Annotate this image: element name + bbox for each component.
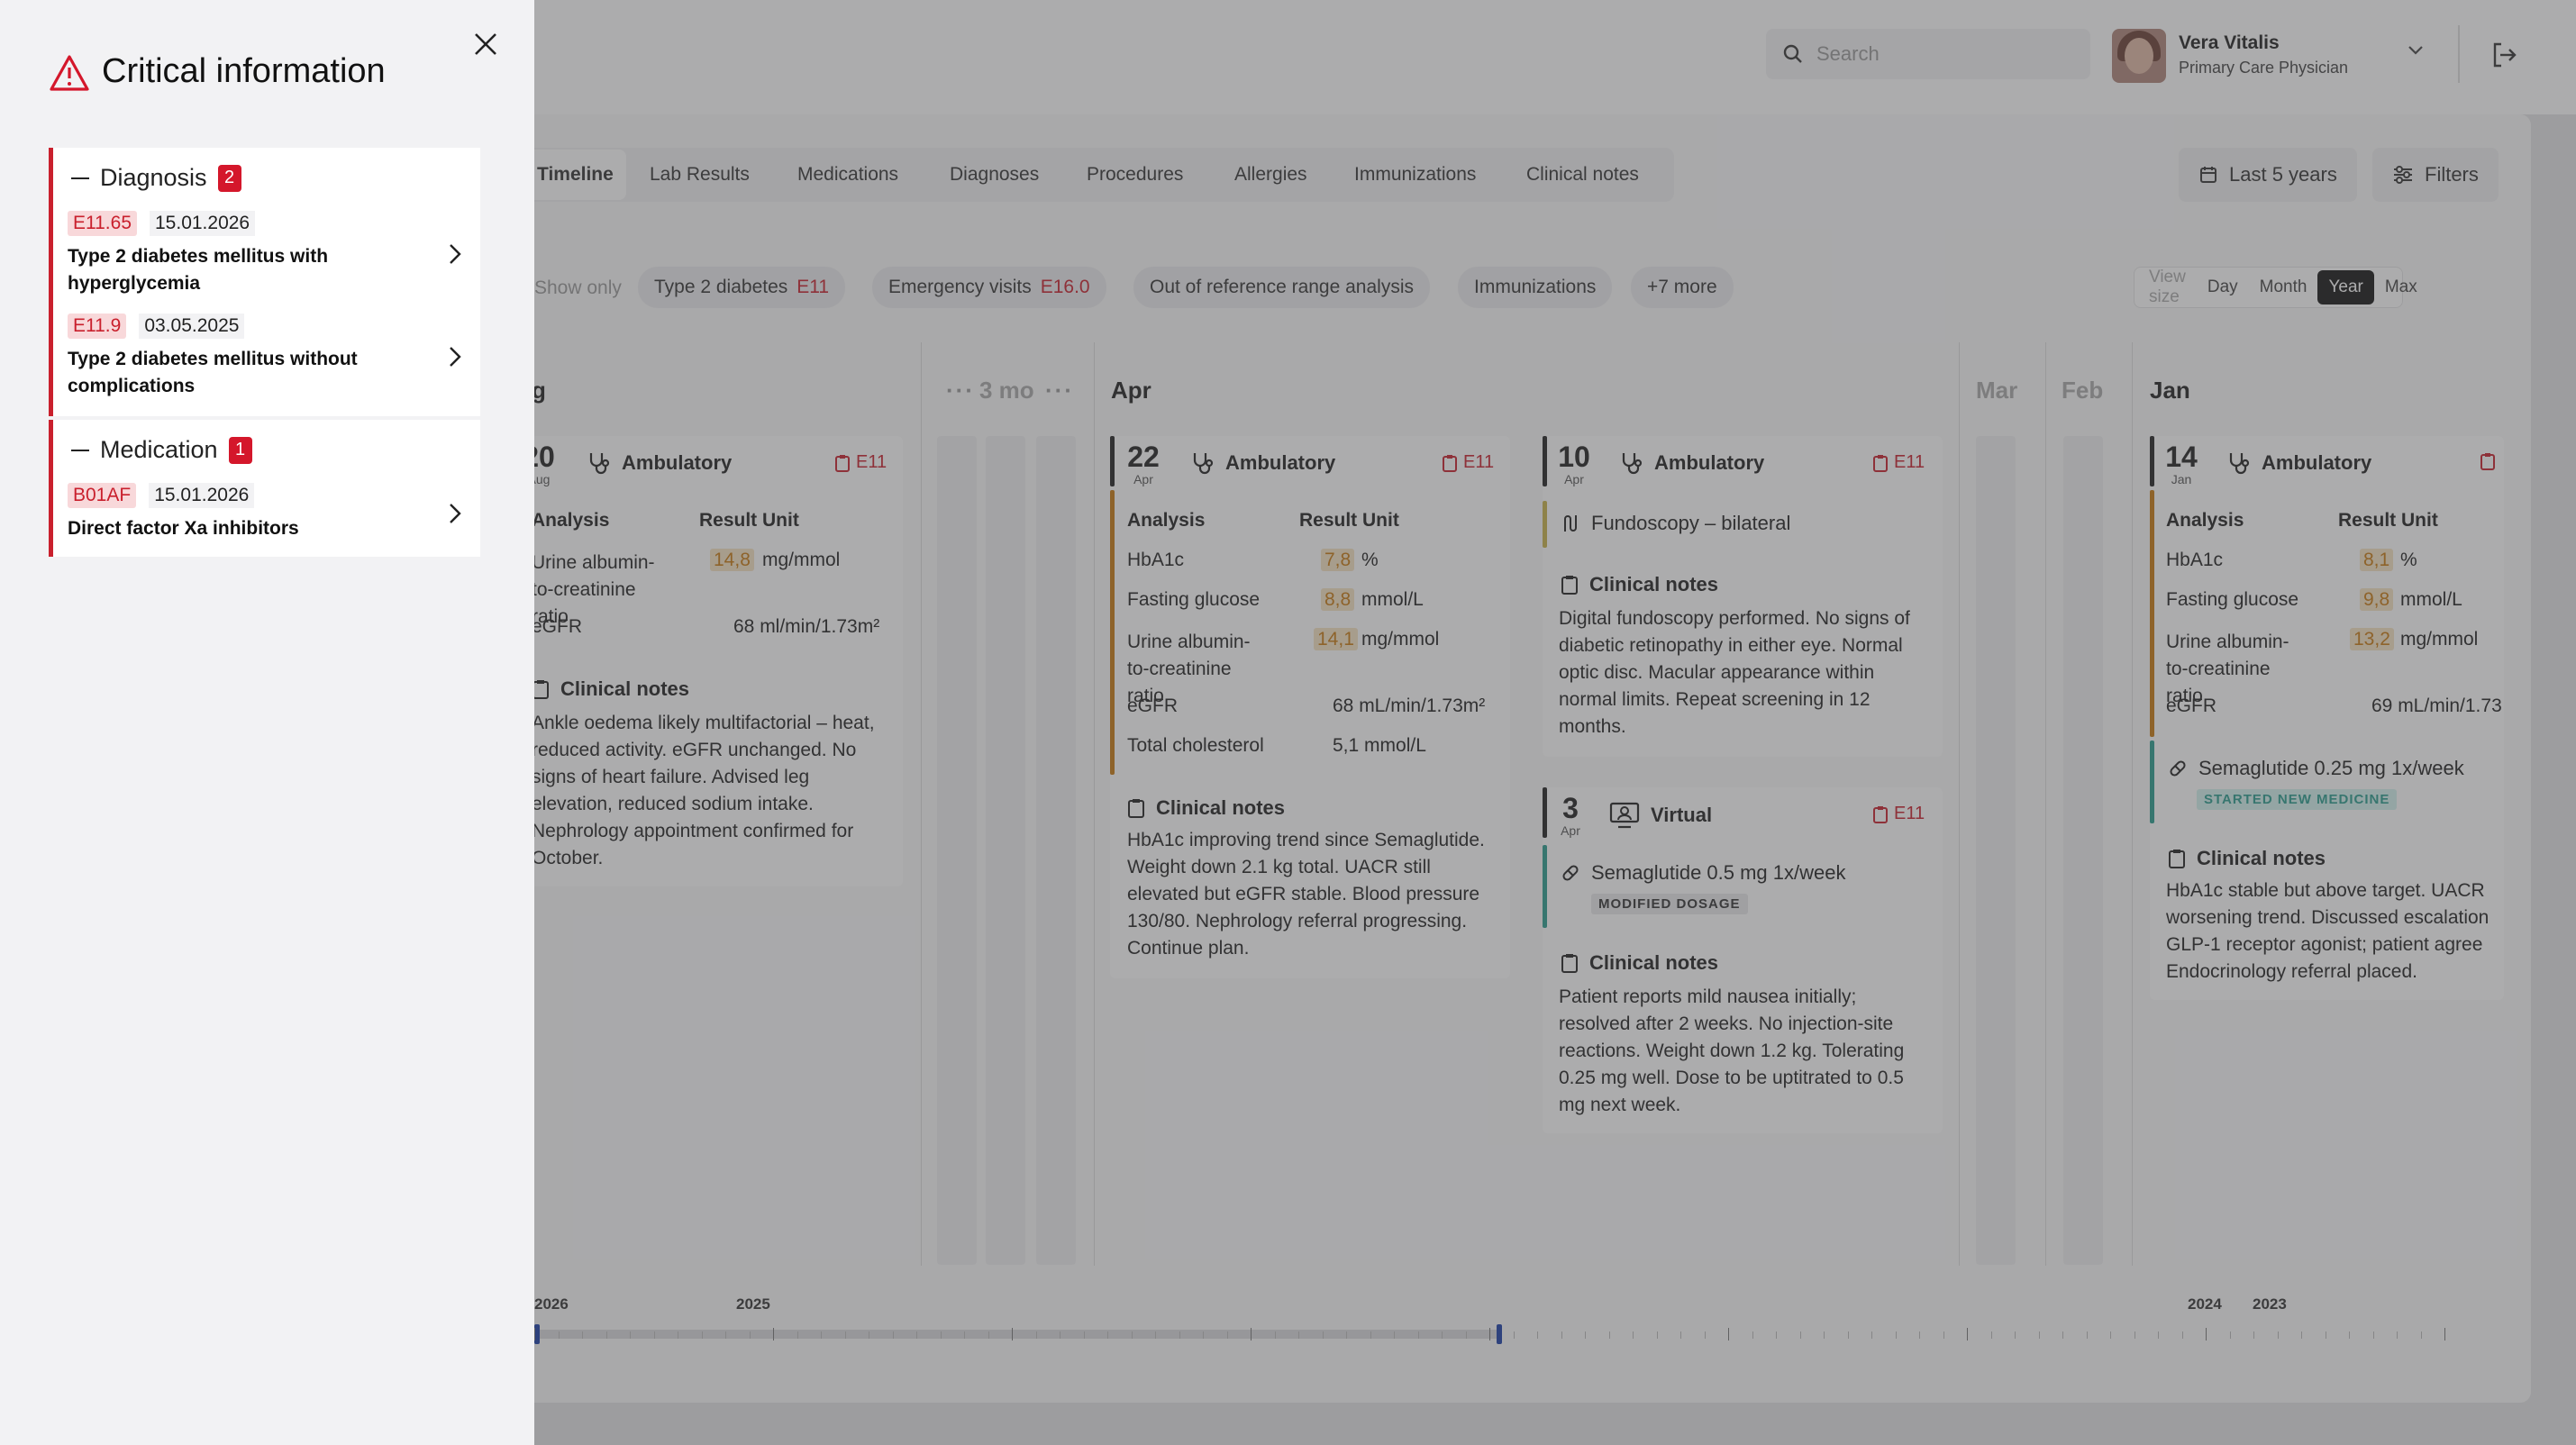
medication-name: Direct factor Xa inhibitors [68, 518, 299, 539]
diagnosis-name: Type 2 diabetes mellitus with hyperglyce… [68, 246, 329, 294]
diagnosis-section: Diagnosis 2 E11.65 15.01.2026 Type 2 diabe… [49, 148, 480, 416]
medication-section: Medication 1 B01AF 15.01.2026 Direct facto… [49, 420, 480, 557]
critical-info-drawer: Critical information Diagnosis 2 E11.65 15… [0, 0, 534, 1445]
warning-icon [50, 55, 89, 91]
diagnosis-count-badge: 2 [217, 164, 241, 192]
diagnosis-date: 03.05.2025 [139, 314, 245, 339]
medication-header[interactable]: Medication 1 [71, 436, 252, 464]
close-icon[interactable] [470, 29, 501, 59]
diagnosis-code: E11.9 [68, 314, 127, 339]
chevron-right-icon [450, 244, 461, 264]
drawer-title: Critical information [102, 52, 386, 90]
medication-date: 15.01.2026 [149, 483, 255, 508]
diagnosis-name: Type 2 diabetes mellitus without complic… [68, 349, 358, 396]
chevron-right-icon [450, 504, 461, 523]
diagnosis-code: E11.65 [68, 211, 137, 236]
medication-count-badge: 1 [228, 436, 252, 464]
diagnosis-header[interactable]: Diagnosis 2 [71, 164, 241, 192]
diagnosis-date: 15.01.2026 [150, 211, 256, 236]
chevron-right-icon [450, 347, 461, 367]
medication-code: B01AF [68, 483, 137, 508]
